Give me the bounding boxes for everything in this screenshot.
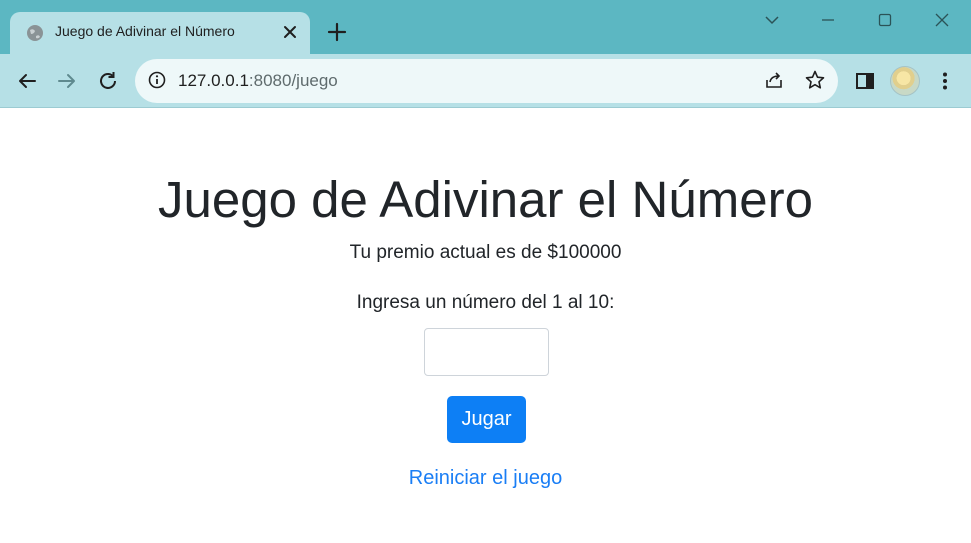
- reset-game-link[interactable]: Reiniciar el juego: [0, 467, 971, 490]
- maximize-icon[interactable]: [873, 8, 897, 32]
- url-host: 127.0.0.1: [178, 71, 249, 90]
- page-content: Juego de Adivinar el Número Tu premio ac…: [0, 108, 971, 543]
- number-prompt-label: Ingresa un número del 1 al 10:: [356, 292, 615, 313]
- profile-avatar[interactable]: [890, 66, 920, 96]
- more-vert-icon[interactable]: [933, 69, 957, 93]
- number-input[interactable]: [424, 328, 549, 376]
- reload-icon[interactable]: [96, 69, 120, 93]
- close-icon[interactable]: [282, 24, 298, 40]
- share-icon[interactable]: [763, 69, 785, 91]
- page-title: Juego de Adivinar el Número: [158, 171, 813, 228]
- info-icon[interactable]: [147, 70, 167, 90]
- globe-icon: [27, 25, 43, 41]
- forward-arrow-icon[interactable]: [55, 69, 79, 93]
- plus-icon[interactable]: [326, 21, 348, 43]
- window-close-icon[interactable]: [930, 8, 954, 32]
- address-bar[interactable]: 127.0.0.1:8080/juego: [135, 59, 838, 103]
- back-arrow-icon[interactable]: [15, 69, 39, 93]
- browser-tab[interactable]: Juego de Adivinar el Número: [10, 12, 310, 54]
- play-button[interactable]: Jugar: [447, 396, 526, 443]
- browser-toolbar: 127.0.0.1:8080/juego: [0, 54, 971, 108]
- side-panel-icon[interactable]: [853, 69, 877, 93]
- minimize-icon[interactable]: [816, 8, 840, 32]
- tab-title: Juego de Adivinar el Número: [55, 23, 235, 39]
- prize-text: Tu premio actual es de $100000: [349, 242, 622, 263]
- chevron-down-icon[interactable]: [760, 8, 784, 32]
- url-text: 127.0.0.1:8080/juego: [178, 71, 338, 91]
- browser-titlebar: Juego de Adivinar el Número: [0, 0, 971, 54]
- url-path: :8080/juego: [248, 71, 338, 90]
- star-icon[interactable]: [804, 69, 826, 91]
